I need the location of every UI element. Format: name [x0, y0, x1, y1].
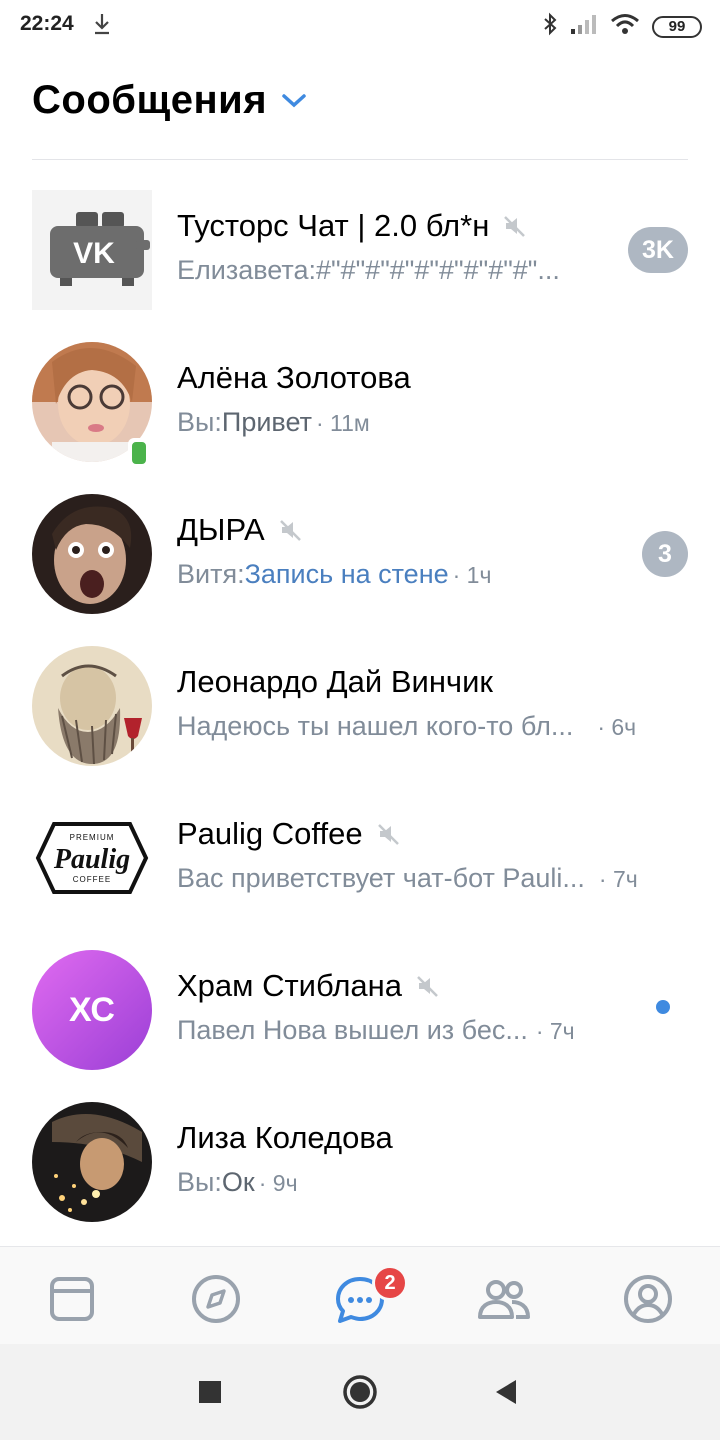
vk-toaster-avatar: VK	[32, 190, 152, 310]
chat-name: Тусторс Чат | 2.0 бл*н	[177, 208, 490, 243]
preview-author: Елизавета:	[177, 255, 316, 285]
chat-item[interactable]: ХС Храм Стиблана Павел Нова вышел из бес…	[0, 920, 720, 1072]
preview-author: Вы:	[177, 1167, 222, 1197]
avatar-initials: ХС	[69, 991, 115, 1029]
bottom-nav: 2	[0, 1246, 720, 1344]
preview-author: Витя:	[177, 559, 245, 589]
unread-badge: 3K	[628, 227, 688, 273]
avatar: ХС	[32, 950, 152, 1070]
mute-icon	[503, 214, 527, 243]
preview-text: #"#"#"#"#"#"#"#"#"...	[315, 255, 560, 285]
paulig-logo: PREMIUM Paulig COFFEE	[32, 798, 152, 918]
preview-time: · 11м	[315, 410, 370, 436]
preview-time: · 6ч	[597, 714, 637, 740]
home-circle-icon[interactable]	[342, 1374, 378, 1415]
chat-item[interactable]: PREMIUM Paulig COFFEE Paulig Coffee Вас …	[0, 768, 720, 920]
logo-text-top: PREMIUM	[70, 833, 115, 842]
chat-item[interactable]: Лиза Коледова Вы: Ок · 9ч	[0, 1072, 720, 1224]
chat-name: Paulig Coffee	[177, 816, 363, 851]
battery-icon: 99	[652, 15, 702, 38]
chat-name: Храм Стиблана	[177, 968, 403, 1003]
status-time: 22:24	[20, 12, 74, 35]
preview-time: · 1ч	[452, 562, 492, 588]
messages-badge: 2	[372, 1265, 408, 1301]
wifi-icon	[610, 13, 640, 40]
back-triangle-icon[interactable]	[494, 1378, 518, 1411]
preview-link[interactable]: Запись на стене	[245, 559, 449, 590]
discover-icon[interactable]	[188, 1271, 244, 1327]
avatar	[32, 646, 152, 766]
unread-badge: 3	[642, 531, 688, 577]
preview-time: · 7ч	[535, 1018, 575, 1044]
chat-name: ДЫРА	[177, 512, 265, 547]
preview-text: Привет	[221, 407, 312, 437]
chat-name: Лиза Коледова	[177, 1120, 393, 1155]
avatar	[32, 1102, 152, 1222]
preview-text: Ок	[221, 1167, 255, 1197]
unread-dot	[656, 1000, 670, 1014]
preview-time: · 7ч	[598, 866, 638, 892]
bluetooth-icon	[542, 12, 558, 41]
avatar	[32, 494, 152, 614]
preview-time: · 9ч	[258, 1170, 298, 1196]
preview-text: Павел Нова вышел из бес...	[177, 1015, 528, 1045]
preview-text: Вас приветствует чат-бот Pauli...	[177, 863, 585, 893]
chat-item[interactable]: VK Тусторс Чат | 2.0 бл*н Елизавета: #"#…	[0, 160, 720, 312]
svg-text:VK: VK	[73, 237, 115, 270]
recents-square-icon[interactable]	[198, 1380, 222, 1409]
friends-icon[interactable]	[476, 1271, 532, 1327]
chat-item[interactable]: ДЫРА Витя: Запись на стене · 1ч 3	[0, 464, 720, 616]
logo-text-bottom: COFFEE	[73, 875, 111, 884]
profile-icon[interactable]	[620, 1271, 676, 1327]
chat-item[interactable]: Алёна Золотова Вы: Привет · 11м	[0, 312, 720, 468]
chevron-down-icon[interactable]	[281, 93, 307, 114]
logo-text-main: Paulig	[53, 844, 130, 875]
signal-icon	[570, 13, 598, 40]
status-bar: 22:24 99	[0, 0, 720, 50]
header[interactable]: Сообщения	[32, 78, 307, 123]
news-icon[interactable]	[44, 1271, 100, 1327]
preview-author: Вы:	[177, 407, 222, 437]
chat-item[interactable]: Леонардо Дай Винчик Надеюсь ты нашел ког…	[0, 616, 720, 768]
mute-icon	[279, 518, 303, 547]
page-title[interactable]: Сообщения	[32, 78, 267, 123]
mute-icon	[416, 974, 440, 1003]
chat-name: Леонардо Дай Винчик	[177, 664, 493, 699]
system-nav	[0, 1344, 720, 1440]
download-icon	[92, 12, 112, 41]
mute-icon	[377, 822, 401, 851]
chat-name: Алёна Золотова	[177, 360, 411, 395]
preview-text: Надеюсь ты нашел кого-то бл...	[177, 711, 574, 741]
